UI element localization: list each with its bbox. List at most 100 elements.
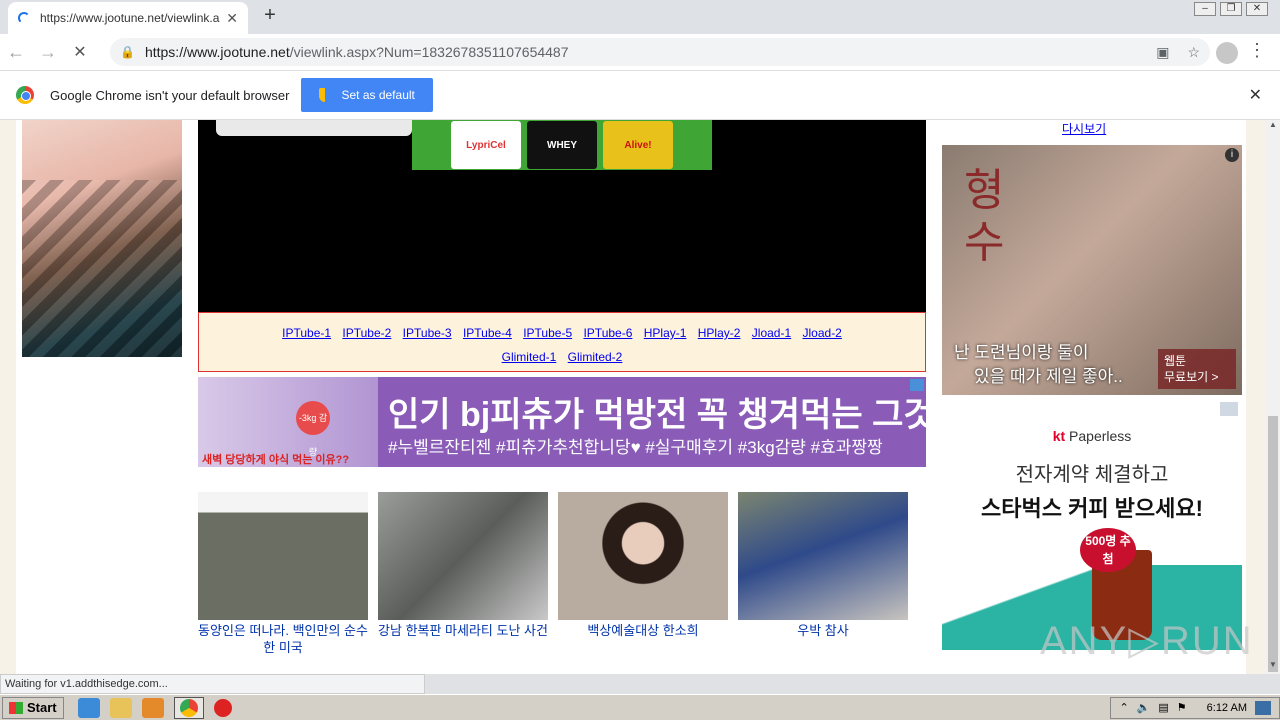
scroll-up-icon[interactable]: ▲: [1266, 120, 1280, 134]
link-iptube-2[interactable]: IPTube-2: [342, 326, 391, 340]
stop-loading-button[interactable]: ✕: [64, 42, 96, 62]
flag-icon[interactable]: ⚑: [1177, 701, 1187, 714]
minimize-button[interactable]: –: [1194, 2, 1216, 16]
ad-banner-tags: #누벨르잔티젠 #피츄가추천합니당♥ #실구매후기 #3kg감량 #효과짱짱: [388, 438, 883, 457]
ad-subtext: 새벽 당당하게 야식 먹는 이유??: [202, 454, 350, 466]
infobar-message: Google Chrome isn't your default browser: [50, 87, 290, 103]
diet-ad-banner[interactable]: -3kg 감량 새벽 당당하게 야식 먹는 이유?? 인기 bj피츄가 먹방전 …: [198, 377, 935, 467]
ie-icon[interactable]: [77, 697, 100, 718]
webtoon-title: 형수: [964, 165, 1005, 268]
new-tab-button[interactable]: +: [258, 4, 282, 27]
shield-icon: [319, 88, 332, 102]
links-row-2: Glimited-1 Glimited-2: [199, 345, 925, 369]
address-bar[interactable]: 🔒 https://www.jootune.net/viewlink.aspx?…: [110, 38, 1210, 66]
video-player[interactable]: LypriCel WHEY Alive!: [198, 120, 926, 312]
link-hplay-2[interactable]: HPlay-2: [698, 326, 741, 340]
webtoon-message: 난 도련님이랑 둘이 있을 때가 제일 좋아..: [954, 341, 1123, 389]
lock-icon[interactable]: 🔒: [120, 45, 135, 59]
stop-icon[interactable]: [213, 698, 232, 717]
brand-name: Paperless: [1065, 428, 1132, 444]
thumbnail-caption[interactable]: 강남 한복판 마세라티 도난 사건: [378, 622, 548, 639]
ad-brand: kt Paperless: [942, 428, 1242, 444]
banner-product-2: WHEY: [527, 121, 597, 169]
media-player-icon[interactable]: [141, 697, 164, 718]
webtoon-message-line-2: 있을 때가 제일 좋아..: [974, 367, 1123, 386]
scrollbar-thumb[interactable]: [1268, 416, 1278, 672]
default-browser-infobar: Google Chrome isn't your default browser…: [0, 70, 1280, 120]
tab-strip: https://www.jootune.net/viewlink.a ✕ + –…: [0, 0, 1280, 34]
thumbnail-caption[interactable]: 백상예술대상 한소희: [558, 622, 728, 639]
thumbnail-item[interactable]: 강남 한복판 마세라티 도난 사건: [378, 492, 548, 639]
link-iptube-6[interactable]: IPTube-6: [583, 326, 632, 340]
set-as-default-label: Set as default: [341, 88, 415, 102]
thumbnail-image[interactable]: [378, 492, 548, 620]
link-jload-1[interactable]: Jload-1: [752, 326, 791, 340]
thumbnail-item[interactable]: 백상예술대상 한소희: [558, 492, 728, 639]
thumbnail-caption[interactable]: 우박 참사: [738, 622, 908, 639]
thumbnail-image[interactable]: [738, 492, 908, 620]
left-side-ad-image[interactable]: [22, 120, 182, 357]
mosaic-overlay: [22, 180, 182, 357]
window-controls: – ❐ ✕: [1194, 2, 1268, 16]
link-glimited-2[interactable]: Glimited-2: [568, 350, 623, 364]
clock[interactable]: 6:12 AM: [1207, 702, 1247, 714]
ad-line-2: 스타벅스 커피 받으세요!: [981, 496, 1203, 521]
tray-expand-icon[interactable]: ⌃: [1119, 701, 1128, 714]
thumbnail-item[interactable]: 우박 참사: [738, 492, 908, 639]
link-glimited-1[interactable]: Glimited-1: [502, 350, 557, 364]
windows-flag-icon: [9, 701, 23, 714]
blocked-popup-icon[interactable]: ▣: [1156, 44, 1169, 61]
menu-icon[interactable]: ⋮: [1248, 40, 1266, 61]
supplement-banner-ad[interactable]: LypriCel WHEY Alive!: [412, 120, 712, 170]
webtoon-cta-button[interactable]: 웹툰 무료보기 >: [1158, 349, 1236, 389]
webtoon-message-line-1: 난 도련님이랑 둘이: [954, 343, 1089, 362]
system-tray: ⌃ 🔈 ▤ ⚑ 6:12 AM: [1110, 696, 1280, 719]
browser-tab[interactable]: https://www.jootune.net/viewlink.a ✕: [8, 2, 248, 34]
status-bubble: Waiting for v1.addthisedge.com...: [0, 674, 425, 694]
webtoon-cta-line-1: 웹툰: [1164, 354, 1187, 368]
link-iptube-3[interactable]: IPTube-3: [403, 326, 452, 340]
giveaway-badge: 500명 추첨: [1080, 528, 1136, 572]
set-as-default-button[interactable]: Set as default: [301, 78, 433, 112]
tab-close-icon[interactable]: ✕: [226, 10, 238, 27]
replay-link[interactable]: 다시보기: [1062, 120, 1106, 137]
webtoon-ad[interactable]: 형수 난 도련님이랑 둘이 있을 때가 제일 좋아.. 웹툰 무료보기 > i: [942, 145, 1242, 395]
profile-avatar[interactable]: [1216, 42, 1238, 64]
chrome-taskbar-button[interactable]: [173, 696, 204, 719]
adchoices-icon[interactable]: [1220, 402, 1238, 416]
kt-paperless-ad[interactable]: kt Paperless 전자계약 체결하고 스타벅스 커피 받으세요! 500…: [942, 400, 1242, 650]
scroll-down-icon[interactable]: ▼: [1266, 660, 1280, 674]
thumbnail-item[interactable]: 동양인은 떠나라. 백인만의 순수한 미국: [198, 492, 368, 656]
page-scrollbar[interactable]: ▲ ▼: [1266, 120, 1280, 674]
link-iptube-4[interactable]: IPTube-4: [463, 326, 512, 340]
thumbnail-grid: 동양인은 떠나라. 백인만의 순수한 미국 강남 한복판 마세라티 도난 사건 …: [198, 492, 926, 662]
link-iptube-5[interactable]: IPTube-5: [523, 326, 572, 340]
ad-chip-badge: -3kg 감량: [296, 401, 330, 457]
adchoices-icon[interactable]: [910, 379, 924, 391]
link-iptube-1[interactable]: IPTube-1: [282, 326, 331, 340]
show-desktop-icon[interactable]: [1255, 700, 1271, 715]
forward-button[interactable]: →: [32, 42, 64, 63]
volume-icon[interactable]: 🔈: [1137, 701, 1151, 714]
network-icon[interactable]: ▤: [1158, 701, 1168, 714]
link-hplay-1[interactable]: HPlay-1: [644, 326, 687, 340]
thumbnail-image[interactable]: [558, 492, 728, 620]
banner-product-1: LypriCel: [451, 121, 521, 169]
restore-button[interactable]: ❐: [1220, 2, 1242, 16]
thumbnail-caption[interactable]: 동양인은 떠나라. 백인만의 순수한 미국: [198, 622, 368, 656]
webtoon-cta-line-2: 무료보기 >: [1164, 370, 1219, 384]
ad-line-1: 전자계약 체결하고: [1015, 464, 1169, 486]
bookmark-star-icon[interactable]: ☆: [1187, 44, 1200, 61]
banner-product-3: Alive!: [603, 121, 673, 169]
loading-spinner-icon: [18, 12, 30, 24]
folder-icon[interactable]: [109, 697, 132, 718]
thumbnail-image[interactable]: [198, 492, 368, 620]
infobar-close-icon[interactable]: ✕: [1249, 85, 1262, 105]
ad-info-icon[interactable]: i: [1225, 148, 1239, 162]
window-close-button[interactable]: ✕: [1246, 2, 1268, 16]
start-button[interactable]: Start: [2, 696, 64, 719]
chrome-icon: [179, 698, 198, 717]
back-button[interactable]: ←: [0, 42, 32, 63]
link-jload-2[interactable]: Jload-2: [803, 326, 842, 340]
start-label: Start: [27, 700, 57, 715]
